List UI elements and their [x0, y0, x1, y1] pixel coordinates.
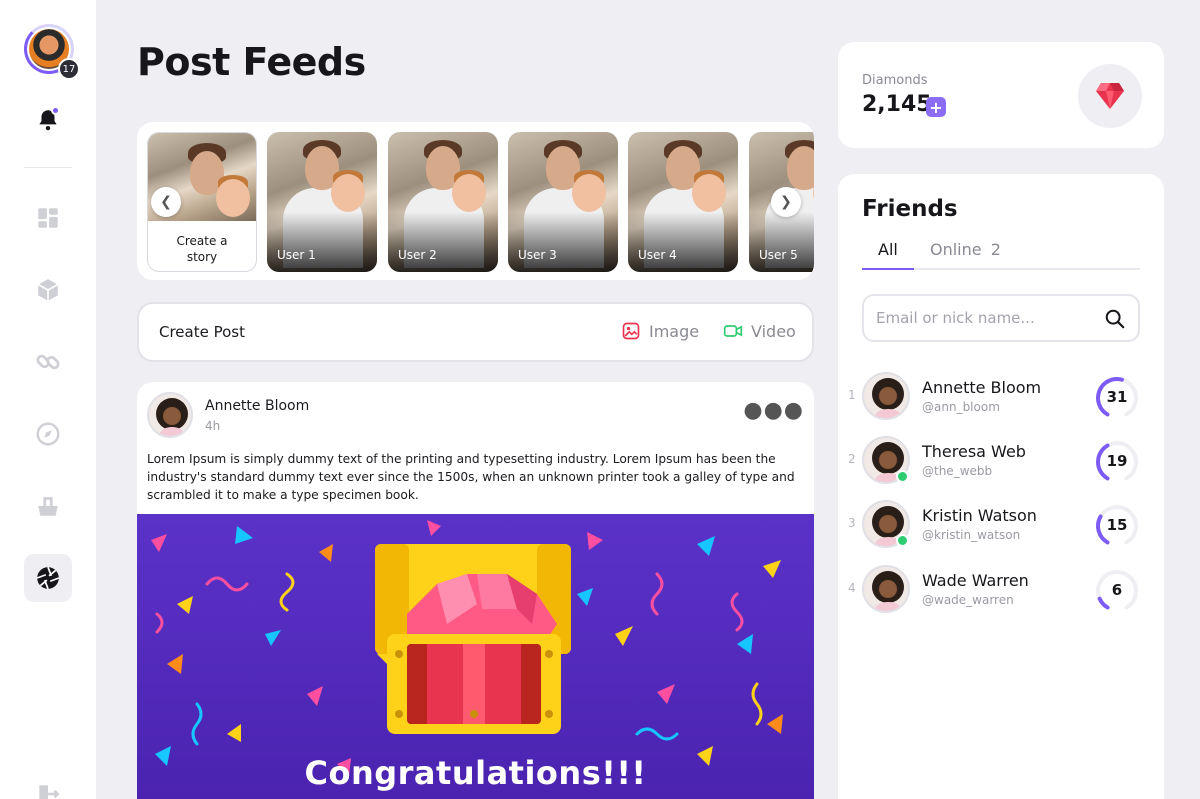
friend-row[interactable]: 4 Wade Warren @wade_warren 6: [838, 561, 1164, 617]
basket-icon: [38, 497, 58, 516]
post-more-button[interactable]: ●●●: [743, 400, 804, 422]
friend-score: 19: [1106, 452, 1128, 470]
diamonds-label: Diamonds: [862, 73, 928, 88]
diamonds-value: 2,145: [862, 92, 932, 117]
friend-row[interactable]: 1 Annette Bloom @ann_bloom 31: [838, 368, 1164, 424]
link-icon: [36, 354, 60, 370]
story-user-label: User 1: [277, 248, 316, 262]
friend-name[interactable]: Kristin Watson: [922, 506, 1037, 525]
friend-handle: @ann_bloom: [922, 400, 1000, 414]
story-card[interactable]: User 4: [628, 132, 738, 272]
tab-online-label: Online: [930, 240, 982, 259]
more-horizontal-icon: ●●●: [743, 398, 804, 423]
search-icon[interactable]: [1104, 308, 1126, 330]
notification-dot: [51, 106, 60, 115]
nav-dashboard[interactable]: [24, 194, 72, 242]
friend-row[interactable]: 2 Theresa Web @the_webb 19: [838, 432, 1164, 488]
friend-name[interactable]: Theresa Web: [922, 442, 1026, 461]
create-post-bar[interactable]: Create Post Image Video: [137, 302, 814, 362]
online-status-dot: [896, 534, 909, 547]
sidebar-divider: [24, 167, 72, 168]
image-icon: [622, 322, 640, 340]
tab-online[interactable]: Online 2: [930, 240, 1001, 259]
story-card[interactable]: User 1: [267, 132, 377, 272]
post-timestamp: 4h: [205, 419, 221, 433]
avatar-image: [156, 398, 188, 436]
tab-all[interactable]: All: [878, 240, 898, 259]
story-user-label: User 4: [638, 248, 677, 262]
page-title: Post Feeds: [137, 40, 366, 84]
box-icon: [37, 279, 59, 301]
online-status-dot: [896, 470, 909, 483]
friend-rank: 2: [848, 452, 856, 466]
post-author-avatar[interactable]: [147, 392, 193, 438]
add-video-button[interactable]: Video: [723, 321, 796, 341]
stories-next-button[interactable]: ❯: [771, 187, 801, 217]
banner-text: Congratulations!!!: [304, 754, 647, 792]
chevron-left-icon: ❮: [160, 194, 172, 210]
compass-icon: [36, 422, 60, 446]
video-icon: [723, 325, 743, 337]
friend-name[interactable]: Wade Warren: [922, 571, 1029, 590]
logout-button[interactable]: [24, 770, 72, 799]
post-image[interactable]: Congratulations!!!: [137, 514, 814, 799]
friends-title: Friends: [862, 196, 958, 222]
diamond-icon: [1096, 83, 1124, 109]
video-label: Video: [751, 321, 796, 341]
stories-carousel: Create a story User 1 User 2 User 3 User…: [137, 122, 814, 280]
friends-panel: Friends All Online 2 1 Annette Bloom @an…: [838, 174, 1164, 799]
friend-handle: @the_webb: [922, 464, 993, 478]
story-card[interactable]: User 3: [508, 132, 618, 272]
post-body: Lorem Ipsum is simply dummy text of the …: [147, 452, 795, 502]
friends-search: [862, 294, 1140, 342]
notifications-button[interactable]: [24, 96, 72, 144]
friend-rank: 1: [848, 388, 856, 402]
create-story-label: Create a story: [176, 234, 228, 264]
friend-score: 31: [1106, 388, 1128, 406]
tab-online-count: 2: [990, 240, 1001, 259]
post-card: Annette Bloom 4h ●●● Lorem Ipsum is simp…: [137, 382, 814, 799]
friend-handle: @wade_warren: [922, 593, 1014, 607]
friend-rank: 4: [848, 581, 856, 595]
nav-feeds[interactable]: [24, 554, 72, 602]
create-post-label: Create Post: [159, 323, 245, 341]
diamonds-card: Diamonds 2,145 +: [838, 42, 1164, 148]
chevron-right-icon: ❯: [780, 194, 792, 210]
nav-shop[interactable]: [24, 482, 72, 530]
stories-prev-button[interactable]: ❮: [151, 187, 181, 217]
nav-explore[interactable]: [24, 410, 72, 458]
friend-avatar[interactable]: [862, 372, 910, 420]
nav-box[interactable]: [24, 266, 72, 314]
avatar-image: [872, 378, 904, 418]
aperture-icon: [36, 566, 60, 590]
friend-avatar[interactable]: [862, 565, 910, 613]
add-image-button[interactable]: Image: [621, 321, 699, 341]
friend-rank: 3: [848, 516, 856, 530]
story-user-label: User 5: [759, 248, 798, 262]
level-badge: 17: [58, 58, 80, 80]
active-tab-indicator: [862, 268, 914, 270]
logout-icon: [39, 785, 60, 799]
friends-tabs: All Online 2: [862, 240, 1140, 270]
story-user-label: User 3: [518, 248, 557, 262]
story-card[interactable]: User 2: [388, 132, 498, 272]
nav-links[interactable]: [24, 338, 72, 386]
diamond-gem-badge: [1078, 64, 1142, 128]
friend-score: 6: [1111, 581, 1123, 599]
friend-name[interactable]: Annette Bloom: [922, 378, 1041, 397]
image-label: Image: [649, 321, 700, 341]
story-user-label: User 2: [398, 248, 437, 262]
user-avatar[interactable]: 17: [24, 24, 80, 80]
search-input[interactable]: [876, 307, 1096, 329]
add-diamonds-button[interactable]: +: [926, 97, 946, 117]
sidebar: 17: [0, 0, 96, 799]
friend-score: 15: [1106, 516, 1128, 534]
avatar-image: [872, 571, 904, 611]
friend-handle: @kristin_watson: [922, 528, 1021, 542]
dashboard-icon: [38, 208, 58, 228]
post-author-name[interactable]: Annette Bloom: [205, 398, 309, 414]
friend-row[interactable]: 3 Kristin Watson @kristin_watson 15: [838, 496, 1164, 552]
